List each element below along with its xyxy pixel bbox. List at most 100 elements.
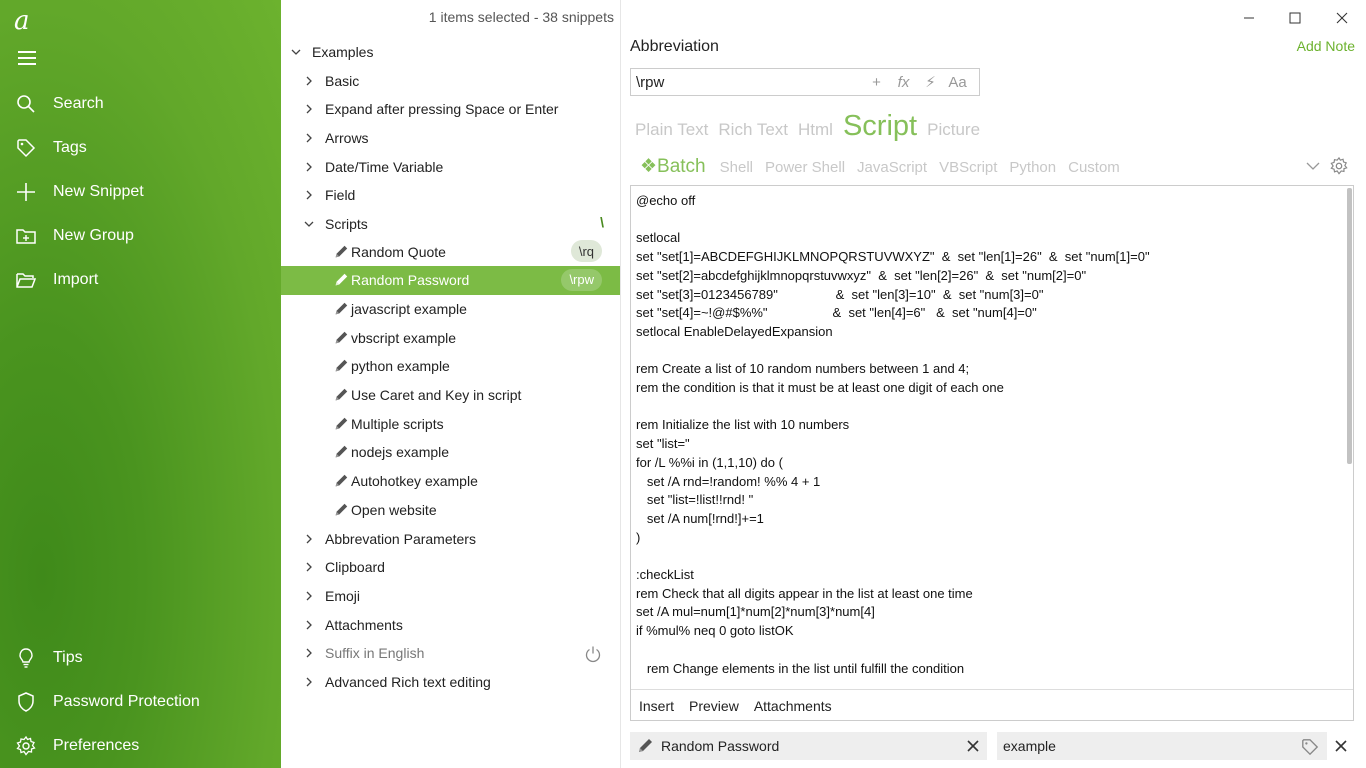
- close-window-button[interactable]: [1332, 8, 1352, 28]
- pen-icon: [333, 502, 349, 518]
- hamburger-menu-icon[interactable]: [18, 51, 36, 65]
- lang-tab-custom[interactable]: Custom: [1068, 159, 1120, 176]
- tree-snippet-javascript-example[interactable]: javascript example: [281, 294, 620, 323]
- tree-snippet-use-caret-and-key-in-script[interactable]: Use Caret and Key in script: [281, 381, 620, 410]
- minimize-button[interactable]: [1239, 8, 1259, 28]
- add-note-link[interactable]: Add Note: [1297, 38, 1355, 54]
- lang-tab-shell[interactable]: Shell: [720, 159, 753, 176]
- tree-snippet-label: Autohotkey example: [351, 473, 478, 490]
- clear-icon[interactable]: [965, 738, 981, 754]
- tree-snippet-label: python example: [351, 358, 450, 375]
- lang-tab-python[interactable]: Python: [1009, 159, 1056, 176]
- tree-group-field[interactable]: Field: [281, 181, 620, 210]
- abbreviation-field: + fx ⚡ Aa: [630, 68, 980, 96]
- tree-group-basic[interactable]: Basic: [281, 66, 620, 95]
- sidebar-item-import[interactable]: Import: [0, 260, 281, 300]
- function-icon[interactable]: fx: [890, 74, 917, 91]
- tab-preview[interactable]: Preview: [689, 698, 739, 714]
- chevron-down-icon[interactable]: [1303, 156, 1323, 176]
- snippet-name-field[interactable]: Random Password: [630, 732, 987, 760]
- tree-snippet-label: Open website: [351, 501, 437, 518]
- lang-tab-batch[interactable]: ❖Batch: [640, 155, 706, 178]
- pen-icon: [333, 330, 349, 346]
- lang-tab-power-shell[interactable]: Power Shell: [765, 159, 845, 176]
- tree-group-label: Abbrevation Parameters: [325, 530, 476, 547]
- lang-tab-vbscript[interactable]: VBScript: [939, 159, 997, 176]
- sidebar-item-label: Preferences: [53, 737, 140, 754]
- tree-snippet-nodejs-example[interactable]: nodejs example: [281, 438, 620, 467]
- tab-insert[interactable]: Insert: [639, 698, 674, 714]
- case-sensitive-icon[interactable]: Aa: [944, 74, 971, 91]
- selection-status: 1 items selected - 38 snippets: [428, 9, 614, 25]
- tree-group-clipboard[interactable]: Clipboard: [281, 553, 620, 582]
- pen-icon: [333, 416, 349, 432]
- abbreviation-badge: \rq: [570, 240, 602, 262]
- type-tab-picture[interactable]: Picture: [927, 120, 980, 140]
- sidebar: a Search Tags New Snippet New Group Impo…: [0, 0, 281, 768]
- tree-group-advanced-rich-text-editing[interactable]: Advanced Rich text editing: [281, 668, 620, 697]
- tree-snippet-label: Multiple scripts: [351, 415, 444, 432]
- tab-attachments[interactable]: Attachments: [754, 698, 832, 714]
- sidebar-item-label: New Snippet: [53, 183, 144, 200]
- lightning-icon[interactable]: ⚡: [917, 73, 944, 91]
- tree-group-expand-after-pressing-space-or-enter[interactable]: Expand after pressing Space or Enter: [281, 95, 620, 124]
- tree-snippet-random-password[interactable]: Random Password \rpw: [281, 265, 620, 295]
- script-editor-box: @echo off setlocal set "set[1]=ABCDEFGHI…: [630, 185, 1354, 721]
- plus-icon: [16, 182, 36, 202]
- tree-group-arrows[interactable]: Arrows: [281, 123, 620, 152]
- sidebar-item-preferences[interactable]: Preferences: [0, 726, 281, 766]
- type-tab-plain-text[interactable]: Plain Text: [635, 120, 708, 140]
- tree-group-date-time-variable[interactable]: Date/Time Variable: [281, 152, 620, 181]
- sidebar-item-search[interactable]: Search: [0, 84, 281, 124]
- snippet-tree-panel: 1 items selected - 38 snippets Examples …: [281, 0, 621, 768]
- sidebar-item-password-protection[interactable]: Password Protection: [0, 682, 281, 722]
- sidebar-item-tips[interactable]: Tips: [0, 638, 281, 678]
- power-icon[interactable]: [584, 645, 602, 663]
- type-tab-rich-text[interactable]: Rich Text: [718, 120, 788, 140]
- remove-tags-icon[interactable]: [1333, 738, 1349, 754]
- maximize-button[interactable]: [1285, 8, 1305, 28]
- tree-snippet-vbscript-example[interactable]: vbscript example: [281, 323, 620, 352]
- vertical-scrollbar[interactable]: [1347, 188, 1352, 464]
- tree-snippet-label: javascript example: [351, 300, 467, 317]
- tree-group-label: Field: [325, 187, 356, 204]
- gear-icon: [16, 736, 36, 756]
- tree-group-label: Attachments: [325, 616, 403, 633]
- tree-group-label: Suffix in English: [325, 645, 425, 662]
- pen-icon: [333, 444, 349, 460]
- sidebar-item-new-group[interactable]: New Group: [0, 216, 281, 256]
- tree-group-scripts[interactable]: Scripts \: [281, 209, 620, 238]
- add-icon[interactable]: +: [863, 74, 890, 91]
- tree-group-attachments[interactable]: Attachments: [281, 610, 620, 639]
- tree-snippet-open-website[interactable]: Open website: [281, 495, 620, 524]
- lightbulb-icon: [16, 648, 36, 668]
- pen-icon: [333, 473, 349, 489]
- tree-group-emoji[interactable]: Emoji: [281, 581, 620, 610]
- sidebar-item-label: New Group: [53, 227, 134, 244]
- type-tab-script[interactable]: Script: [843, 110, 917, 143]
- type-tab-html[interactable]: Html: [798, 120, 833, 140]
- tree-snippet-random-quote[interactable]: Random Quote \rq: [281, 237, 620, 266]
- lang-tab-javascript[interactable]: JavaScript: [857, 159, 927, 176]
- tree-group-examples[interactable]: Examples: [281, 37, 620, 66]
- tree-snippet-label: Use Caret and Key in script: [351, 387, 522, 403]
- tree-group-suffix-in-english[interactable]: Suffix in English: [281, 639, 620, 668]
- tree-snippet-autohotkey-example[interactable]: Autohotkey example: [281, 467, 620, 496]
- tags-field[interactable]: example: [997, 732, 1327, 760]
- script-code-editor[interactable]: @echo off setlocal set "set[1]=ABCDEFGHI…: [636, 192, 1341, 688]
- tree-snippet-label: Random Password: [351, 272, 470, 289]
- chevron-right-icon: [303, 619, 315, 631]
- tree-group-label: Date/Time Variable: [325, 158, 444, 175]
- sidebar-item-tags[interactable]: Tags: [0, 128, 281, 168]
- tag-icon: [1301, 738, 1319, 756]
- editor-bottom-tabs: Insert Preview Attachments: [631, 689, 1353, 721]
- sidebar-item-new-snippet[interactable]: New Snippet: [0, 172, 281, 212]
- tree-snippet-multiple-scripts[interactable]: Multiple scripts: [281, 409, 620, 438]
- gear-icon[interactable]: [1329, 156, 1349, 176]
- abbreviation-input[interactable]: [631, 73, 863, 91]
- folder-plus-icon: [16, 226, 36, 246]
- tree-group-abbrevation-parameters[interactable]: Abbrevation Parameters: [281, 524, 620, 553]
- tree-group-label: Expand after pressing Space or Enter: [325, 101, 559, 118]
- sidebar-item-label: Tips: [53, 649, 83, 666]
- tree-snippet-python-example[interactable]: python example: [281, 352, 620, 381]
